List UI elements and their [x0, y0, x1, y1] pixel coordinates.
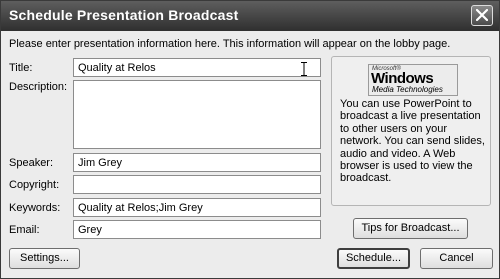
schedule-broadcast-dialog: Schedule Presentation Broadcast Please e…	[0, 0, 500, 279]
broadcast-description: You can use PowerPoint to broadcast a li…	[340, 98, 485, 185]
copyright-label: Copyright:	[9, 179, 60, 191]
title-label: Title:	[9, 62, 33, 74]
copyright-field[interactable]	[73, 175, 321, 194]
schedule-button[interactable]: Schedule...	[337, 248, 410, 269]
dialog-title: Schedule Presentation Broadcast	[9, 7, 239, 23]
logo-media-text: Media Technologies	[372, 85, 443, 94]
intro-text: Please enter presentation information he…	[9, 38, 451, 50]
speaker-field[interactable]	[73, 153, 321, 172]
close-button[interactable]	[471, 5, 493, 26]
windows-media-logo: Microsoft® Windows Media Technologies	[368, 64, 458, 96]
tips-for-broadcast-button[interactable]: Tips for Broadcast...	[353, 218, 468, 239]
windows-media-panel: Microsoft® Windows Media Technologies Yo…	[331, 56, 491, 206]
description-label: Description:	[9, 81, 68, 93]
close-icon	[476, 9, 488, 21]
keywords-label: Keywords:	[9, 202, 61, 214]
email-field[interactable]	[73, 220, 321, 239]
speaker-label: Speaker:	[9, 157, 54, 169]
cancel-button[interactable]: Cancel	[420, 248, 493, 269]
email-label: Email:	[9, 224, 40, 236]
keywords-field[interactable]	[73, 198, 321, 217]
settings-button[interactable]: Settings...	[9, 248, 80, 269]
description-field[interactable]	[73, 80, 321, 149]
title-field[interactable]	[73, 58, 321, 77]
text-cursor-icon	[301, 62, 307, 76]
title-bar: Schedule Presentation Broadcast	[1, 1, 499, 31]
